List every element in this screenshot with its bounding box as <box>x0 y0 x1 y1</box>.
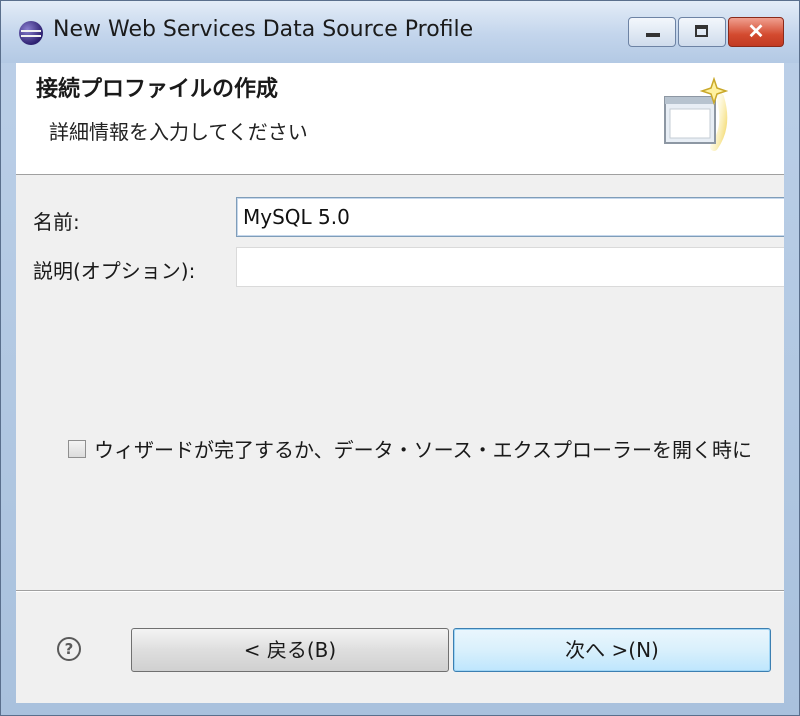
page-description: 詳細情報を入力してください <box>49 120 308 144</box>
help-icon[interactable]: ? <box>57 637 81 661</box>
maximize-icon <box>695 25 708 37</box>
description-input[interactable] <box>236 247 784 287</box>
next-button[interactable]: 次へ >(N) <box>453 628 771 672</box>
eclipse-icon <box>19 21 43 45</box>
connect-checkbox[interactable] <box>68 439 86 458</box>
description-label: 説明(オプション): <box>33 259 196 283</box>
dialog-content: 接続プロファイルの作成 詳細情報を入力してください 名前: 説明(オプション): <box>16 63 784 703</box>
wizard-banner: 接続プロファイルの作成 詳細情報を入力してください <box>16 63 784 175</box>
dialog-window: New Web Services Data Source Profile ✕ 接… <box>0 0 800 716</box>
page-title: 接続プロファイルの作成 <box>36 77 279 102</box>
title-bar[interactable]: New Web Services Data Source Profile ✕ <box>1 1 799 63</box>
window-title: New Web Services Data Source Profile <box>53 17 474 42</box>
close-icon: ✕ <box>747 21 765 43</box>
button-bar-separator <box>16 590 784 592</box>
connect-option[interactable]: ウィザードが完了するか、データ・ソース・エクスプローラーを開く時に <box>68 434 752 463</box>
name-label: 名前: <box>33 210 80 234</box>
minimize-icon <box>646 33 660 37</box>
name-input[interactable] <box>236 197 784 237</box>
close-button[interactable]: ✕ <box>728 17 784 47</box>
new-window-sparkle-icon <box>664 77 728 151</box>
back-button[interactable]: < 戻る(B) <box>131 628 449 672</box>
maximize-button[interactable] <box>678 17 726 47</box>
minimize-button[interactable] <box>628 17 676 47</box>
connect-checkbox-label: ウィザードが完了するか、データ・ソース・エクスプローラーを開く時に <box>94 438 752 462</box>
